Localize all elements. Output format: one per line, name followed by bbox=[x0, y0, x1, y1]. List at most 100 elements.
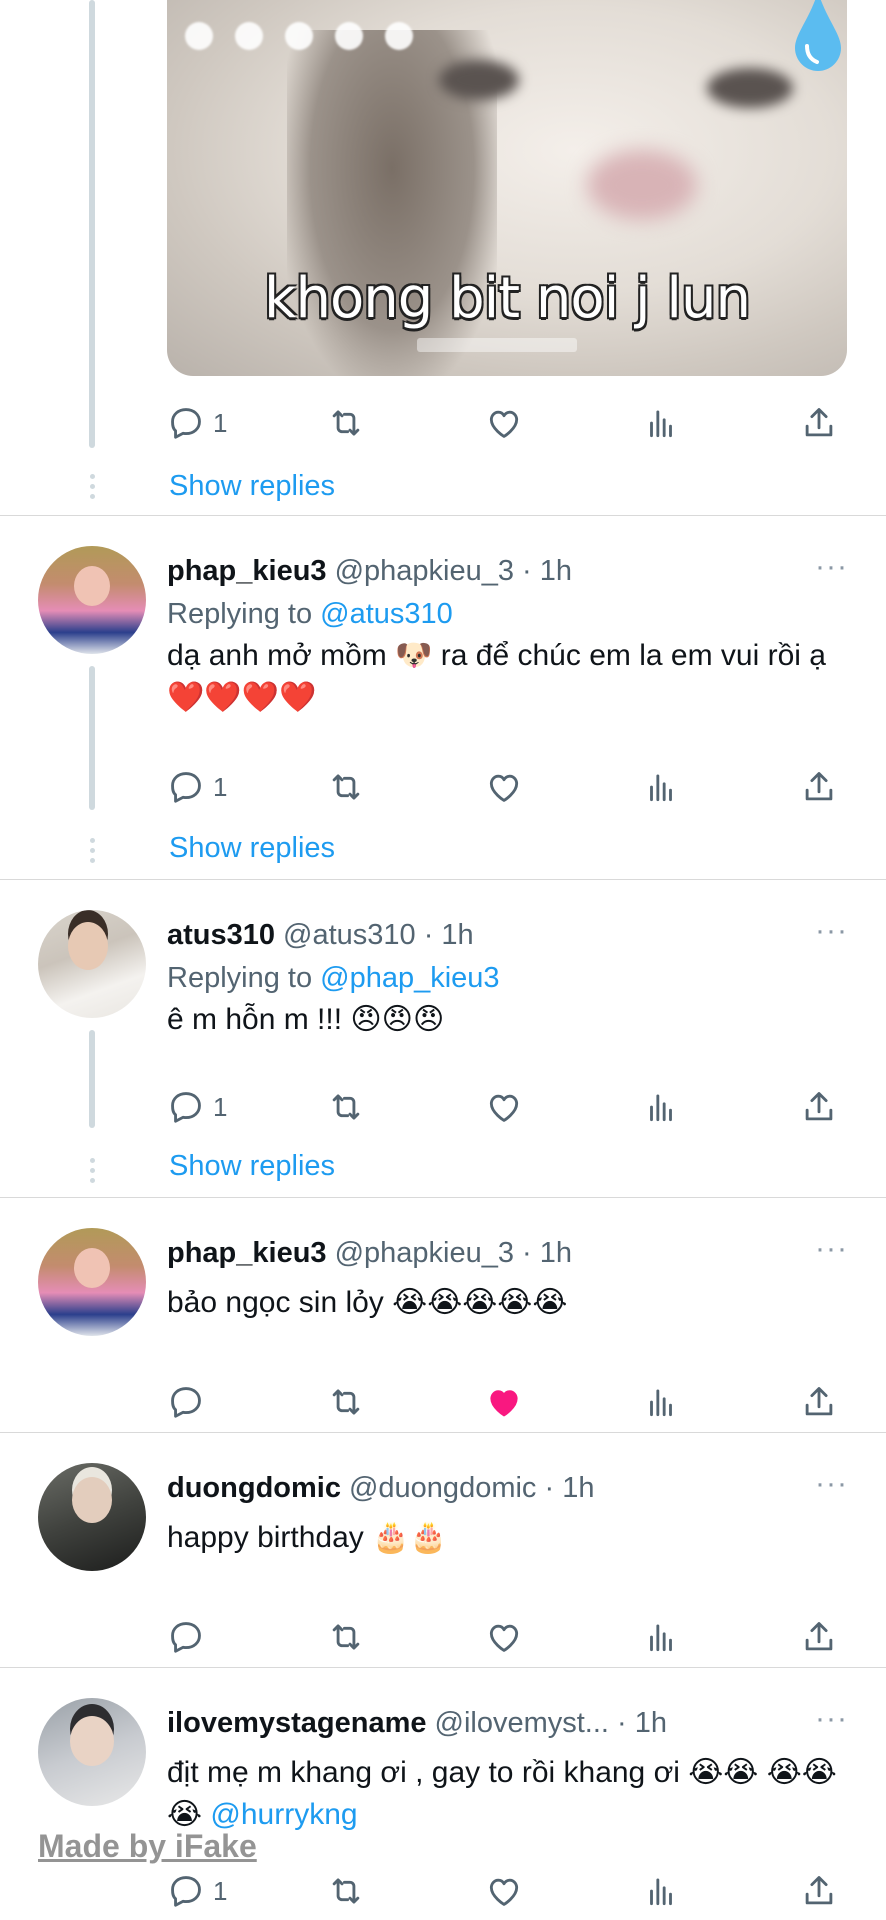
tweet-feed: khong bit noi j lun 1 Show replies phap_… bbox=[0, 0, 886, 1920]
share-icon bbox=[805, 1092, 833, 1121]
tweet-header: phap_kieu3 @phapkieu_3 · 1h ··· bbox=[167, 552, 848, 590]
handle-time: @atus310 · 1h bbox=[283, 918, 474, 951]
more-options-icon[interactable]: ··· bbox=[815, 552, 848, 582]
tweet-header: ilovemystagename @ilovemyst... · 1h ··· bbox=[167, 1704, 848, 1742]
reply-button[interactable] bbox=[167, 1379, 213, 1425]
heart-filled-icon bbox=[490, 1390, 518, 1417]
thread-line bbox=[89, 0, 95, 448]
tweet-with-media: khong bit noi j lun 1 Show replies bbox=[0, 0, 886, 516]
like-button[interactable] bbox=[485, 400, 523, 446]
avatar[interactable] bbox=[38, 910, 146, 1018]
share-button[interactable] bbox=[800, 1868, 838, 1914]
handle-time: @ilovemyst... · 1h bbox=[434, 1706, 668, 1739]
analytics-button[interactable] bbox=[642, 1084, 680, 1130]
heart-icon bbox=[489, 410, 519, 438]
tweet-actions: 1 bbox=[167, 764, 848, 810]
retweet-button[interactable] bbox=[327, 400, 365, 446]
more-options-icon[interactable]: ··· bbox=[815, 1704, 848, 1734]
replying-to: Replying to @atus310 bbox=[167, 598, 848, 631]
display-name[interactable]: ilovemystagename bbox=[167, 1707, 427, 1740]
reply-icon bbox=[171, 1092, 201, 1123]
share-button[interactable] bbox=[800, 400, 838, 446]
handle-time: @phapkieu_3 · 1h bbox=[334, 1236, 572, 1269]
analytics-icon bbox=[650, 410, 672, 438]
analytics-button[interactable] bbox=[642, 764, 680, 810]
display-name[interactable]: phap_kieu3 bbox=[167, 1237, 327, 1270]
tweet-content: phap_kieu3 @phapkieu_3 · 1h ··· bảo ngọc… bbox=[167, 1234, 848, 1324]
more-options-icon[interactable]: ··· bbox=[815, 1234, 848, 1264]
retweet-button[interactable] bbox=[327, 1614, 365, 1660]
display-name[interactable]: duongdomic bbox=[167, 1472, 341, 1505]
like-button[interactable] bbox=[485, 1868, 523, 1914]
tweet-media-image[interactable]: khong bit noi j lun bbox=[167, 0, 847, 376]
reply-button[interactable]: 1 bbox=[167, 400, 227, 446]
retweet-icon bbox=[332, 410, 360, 436]
show-replies-link[interactable]: Show replies bbox=[169, 470, 335, 503]
tweet-text-line1: địt mẹ m khang ơi , gay to rồi khang ơi … bbox=[167, 1756, 759, 1789]
reply-icon bbox=[171, 772, 201, 803]
like-button[interactable] bbox=[485, 1614, 523, 1660]
avatar[interactable] bbox=[38, 1228, 146, 1336]
reply-button[interactable]: 1 bbox=[167, 1084, 227, 1130]
retweet-icon bbox=[332, 774, 360, 800]
share-icon bbox=[805, 772, 833, 801]
media-dots bbox=[185, 22, 413, 50]
share-icon bbox=[805, 1387, 833, 1416]
tweet-text: dạ anh mở mồm 🐶 ra để chúc em la em vui … bbox=[167, 639, 826, 714]
tweet: phap_kieu3 @phapkieu_3 · 1h ··· bảo ngọc… bbox=[0, 1198, 886, 1433]
show-replies-link[interactable]: Show replies bbox=[169, 1150, 335, 1183]
handle-time: @phapkieu_3 · 1h bbox=[334, 554, 572, 587]
retweet-button[interactable] bbox=[327, 764, 365, 810]
like-button[interactable] bbox=[485, 764, 523, 810]
replying-to-mention[interactable]: @atus310 bbox=[320, 598, 453, 630]
tweet-header: phap_kieu3 @phapkieu_3 · 1h ··· bbox=[167, 1234, 848, 1272]
replying-to: Replying to @phap_kieu3 bbox=[167, 962, 848, 995]
analytics-button[interactable] bbox=[642, 400, 680, 446]
retweet-button[interactable] bbox=[327, 1868, 365, 1914]
reply-count: 1 bbox=[213, 407, 228, 438]
analytics-button[interactable] bbox=[642, 1614, 680, 1660]
share-icon bbox=[805, 1876, 833, 1905]
analytics-button[interactable] bbox=[642, 1379, 680, 1425]
reply-button[interactable] bbox=[167, 1614, 213, 1660]
thread-line bbox=[89, 1030, 95, 1128]
reply-button[interactable]: 1 bbox=[167, 1868, 227, 1914]
avatar[interactable] bbox=[38, 546, 146, 654]
tweet-content: ilovemystagename @ilovemyst... · 1h ··· … bbox=[167, 1704, 848, 1836]
tweet-mention[interactable]: @hurrykng bbox=[210, 1798, 357, 1831]
retweet-button[interactable] bbox=[327, 1084, 365, 1130]
media-watermark bbox=[417, 338, 577, 352]
avatar[interactable] bbox=[38, 1698, 146, 1806]
analytics-button[interactable] bbox=[642, 1868, 680, 1914]
media-caption: khong bit noi j lun bbox=[264, 266, 751, 331]
like-button-active[interactable] bbox=[485, 1379, 523, 1425]
show-replies-link[interactable]: Show replies bbox=[169, 832, 335, 865]
more-options-icon[interactable]: ··· bbox=[815, 916, 848, 946]
share-button[interactable] bbox=[800, 1084, 838, 1130]
display-name[interactable]: atus310 bbox=[167, 919, 275, 952]
share-button[interactable] bbox=[800, 764, 838, 810]
share-icon bbox=[805, 1622, 833, 1651]
analytics-icon bbox=[650, 774, 672, 802]
tweet: duongdomic @duongdomic · 1h ··· happy bi… bbox=[0, 1433, 886, 1668]
display-name[interactable]: phap_kieu3 bbox=[167, 555, 327, 588]
thread-dots bbox=[89, 1158, 95, 1183]
heart-icon bbox=[489, 1878, 519, 1906]
media-eye-left bbox=[439, 60, 519, 100]
tweet-content: duongdomic @duongdomic · 1h ··· happy bi… bbox=[167, 1469, 848, 1559]
watermark-text: Made by iFake bbox=[38, 1828, 257, 1864]
tweet-text: bảo ngọc sin lỏy 😭😭😭😭😭 bbox=[167, 1286, 568, 1319]
tweet-actions bbox=[167, 1379, 848, 1425]
tweet-actions: 1 bbox=[167, 1868, 848, 1914]
tweet-actions: 1 bbox=[167, 1084, 848, 1130]
retweet-button[interactable] bbox=[327, 1379, 365, 1425]
replying-to-mention[interactable]: @phap_kieu3 bbox=[320, 962, 499, 994]
more-options-icon[interactable]: ··· bbox=[815, 1469, 848, 1499]
avatar[interactable] bbox=[38, 1463, 146, 1571]
share-button[interactable] bbox=[800, 1614, 838, 1660]
like-button[interactable] bbox=[485, 1084, 523, 1130]
sweat-drop-icon bbox=[795, 0, 841, 71]
share-button[interactable] bbox=[800, 1379, 838, 1425]
reply-button[interactable]: 1 bbox=[167, 764, 227, 810]
retweet-icon bbox=[332, 1389, 360, 1415]
